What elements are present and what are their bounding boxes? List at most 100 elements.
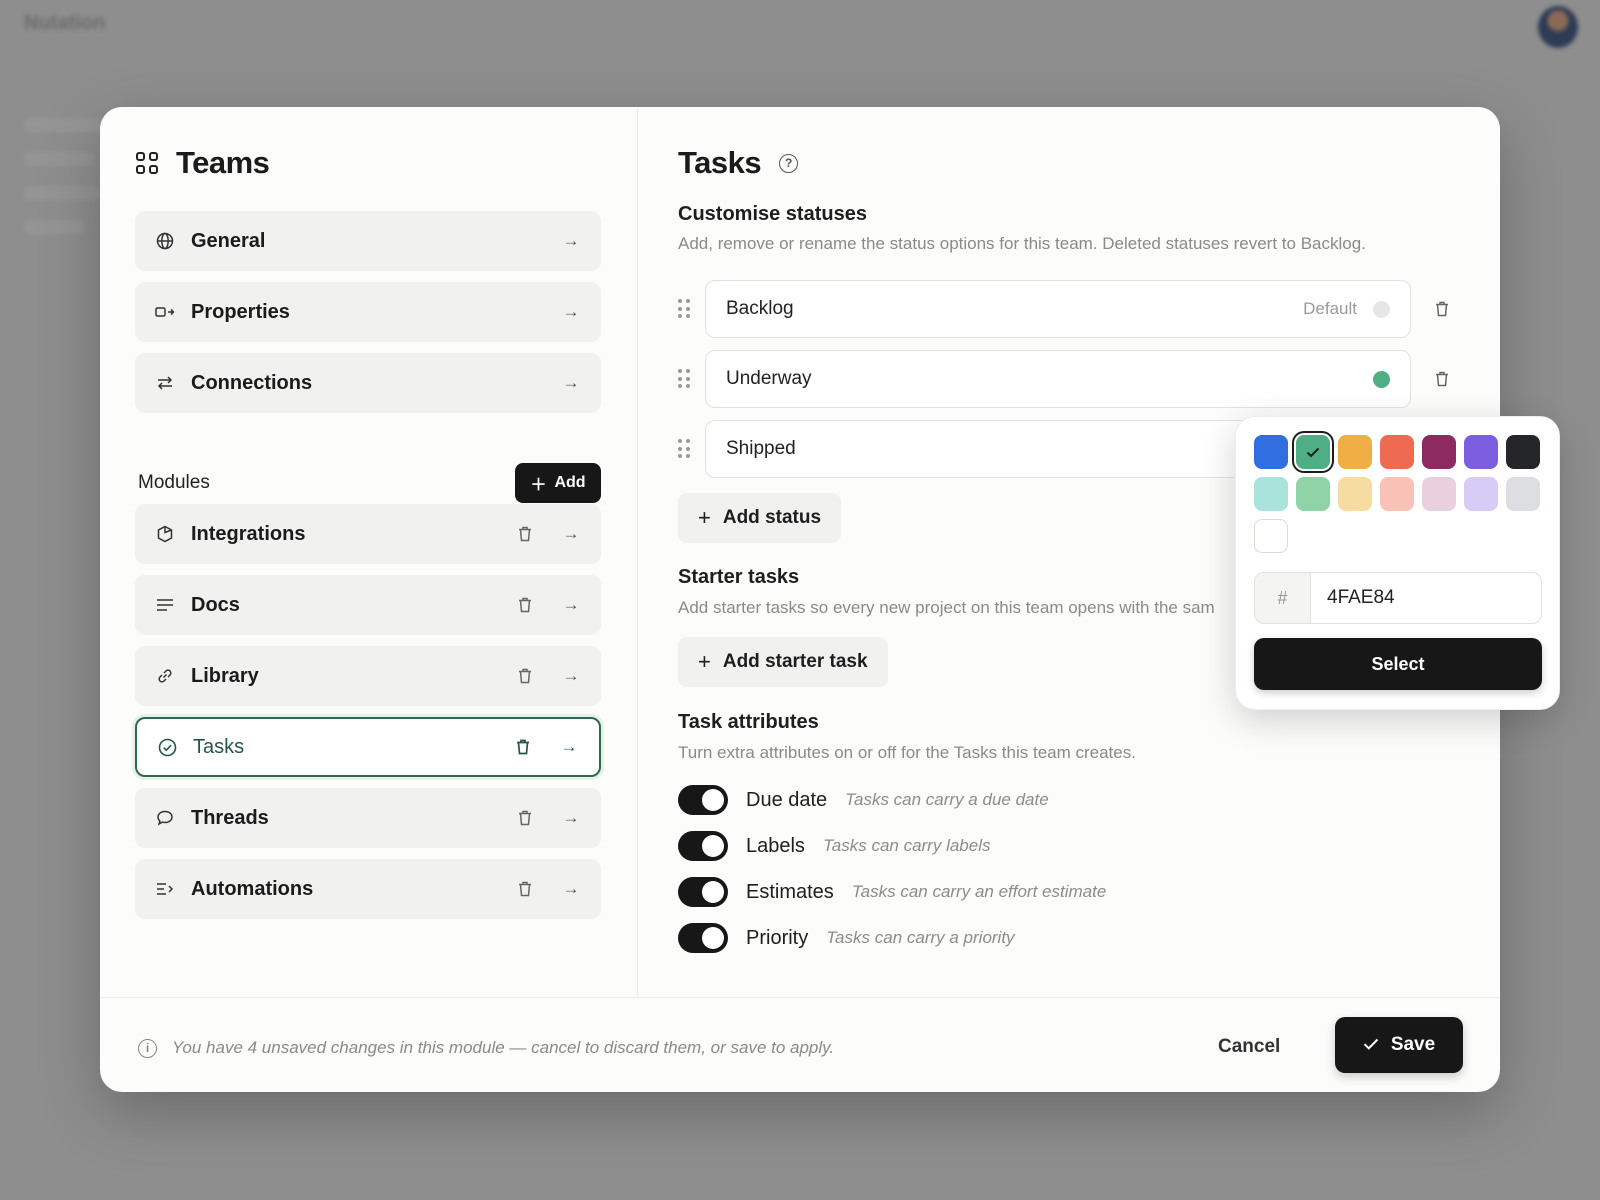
due-date-toggle[interactable]: [678, 785, 728, 815]
modules-header: Modules ＋ Add: [138, 463, 601, 503]
sidebar-item-connections[interactable]: Connections →: [135, 353, 601, 413]
estimates-toggle[interactable]: [678, 877, 728, 907]
sidebar-item-library[interactable]: Library →: [135, 646, 601, 706]
background-app-name: Nutation: [24, 12, 106, 34]
sidebar-header: Teams: [136, 145, 270, 181]
arrow-right-icon: →: [562, 808, 580, 827]
color-swatch-light-plum[interactable]: [1422, 477, 1456, 511]
automation-icon: [155, 879, 175, 899]
hex-input[interactable]: # 4FAE84: [1254, 572, 1542, 624]
trash-icon[interactable]: [515, 808, 535, 828]
sidebar-item-properties[interactable]: Properties →: [135, 282, 601, 342]
arrow-right-icon: →: [562, 524, 580, 543]
color-swatch-violet[interactable]: [1464, 435, 1498, 469]
color-swatch-black[interactable]: [1506, 435, 1540, 469]
attributes-title: Task attributes: [678, 711, 819, 733]
chat-bubble-icon: [155, 808, 175, 828]
drag-handle-icon[interactable]: [678, 439, 690, 459]
trash-icon[interactable]: [515, 595, 535, 615]
attribute-label: Priority: [746, 926, 809, 949]
modal-footer: i You have 4 unsaved changes in this mod…: [100, 997, 1500, 1092]
sidebar-item-threads[interactable]: Threads →: [135, 788, 601, 848]
plus-icon: +: [698, 649, 711, 674]
trash-icon[interactable]: [515, 666, 535, 686]
color-picker-popover: # 4FAE84 Select: [1235, 416, 1560, 710]
arrow-right-icon: →: [560, 737, 578, 756]
save-label: Save: [1390, 1034, 1436, 1055]
color-swatch-green-selected[interactable]: [1296, 435, 1330, 469]
select-color-button[interactable]: Select: [1254, 638, 1542, 690]
trash-icon[interactable]: [513, 737, 533, 757]
unsaved-note: i You have 4 unsaved changes in this mod…: [138, 1038, 835, 1058]
hex-value[interactable]: 4FAE84: [1311, 573, 1541, 623]
color-swatch-light-coral[interactable]: [1380, 477, 1414, 511]
hexagon-icon: [155, 524, 175, 544]
sidebar-item-general[interactable]: General →: [135, 211, 601, 271]
lines-icon: [155, 595, 175, 615]
add-status-button[interactable]: + Add status: [678, 493, 842, 543]
status-name-field[interactable]: Underway: [705, 350, 1411, 408]
arrow-right-icon: →: [562, 666, 580, 685]
arrows-exchange-icon: [155, 373, 175, 393]
sidebar-item-label: Automations: [191, 877, 314, 900]
page-title: Tasks: [678, 145, 762, 180]
check-icon: [1306, 447, 1320, 457]
attribute-label: Due date: [746, 788, 828, 811]
sidebar-title: Teams: [176, 145, 270, 180]
save-button[interactable]: Save: [1335, 1017, 1463, 1073]
cancel-button[interactable]: Cancel: [1218, 1028, 1280, 1066]
color-swatch-light-amber[interactable]: [1338, 477, 1372, 511]
add-starter-task-button[interactable]: + Add starter task: [678, 637, 888, 687]
color-swatch-white[interactable]: [1254, 519, 1288, 553]
sidebar-item-automations[interactable]: Automations →: [135, 859, 601, 919]
check-circle-icon: [157, 737, 177, 757]
status-color-dot[interactable]: [1373, 300, 1390, 318]
drag-handle-icon[interactable]: [678, 369, 690, 389]
attribute-row-estimates: Estimates Tasks can carry an effort esti…: [678, 877, 1106, 907]
sidebar-item-label: Tasks: [193, 735, 245, 758]
starter-title: Starter tasks: [678, 566, 800, 588]
attribute-row-due-date: Due date Tasks can carry a due date: [678, 785, 1049, 815]
attributes-description: Turn extra attributes on or off for the …: [678, 743, 1136, 762]
add-starter-task-label: Add starter task: [722, 651, 868, 672]
add-module-label: Add: [554, 474, 586, 491]
properties-icon: [155, 302, 175, 322]
add-module-button[interactable]: ＋ Add: [515, 463, 601, 503]
sidebar-item-integrations[interactable]: Integrations →: [135, 504, 601, 564]
sidebar-item-tasks[interactable]: Tasks →: [135, 717, 601, 777]
color-swatch-blue[interactable]: [1254, 435, 1288, 469]
labels-toggle[interactable]: [678, 831, 728, 861]
add-status-label: Add status: [722, 507, 822, 528]
trash-icon[interactable]: [1432, 299, 1452, 319]
attribute-row-labels: Labels Tasks can carry labels: [678, 831, 991, 861]
check-icon: [1363, 1034, 1379, 1056]
sidebar-item-label: General: [191, 229, 266, 252]
arrow-right-icon: →: [562, 231, 580, 250]
trash-icon[interactable]: [515, 879, 535, 899]
sidebar-item-label: Properties: [191, 300, 290, 323]
background-topbar: Nutation: [0, 0, 1600, 70]
arrow-right-icon: →: [562, 879, 580, 898]
arrow-right-icon: →: [562, 373, 580, 392]
color-swatch-plum[interactable]: [1422, 435, 1456, 469]
color-swatch-light-gray[interactable]: [1506, 477, 1540, 511]
color-swatch-light-green[interactable]: [1296, 477, 1330, 511]
help-icon[interactable]: ?: [779, 153, 799, 173]
priority-toggle[interactable]: [678, 923, 728, 953]
color-swatch-light-violet[interactable]: [1464, 477, 1498, 511]
drag-handle-icon[interactable]: [678, 299, 690, 319]
plus-icon: ＋: [530, 477, 547, 494]
sidebar-item-label: Threads: [191, 806, 269, 829]
status-row: Backlog Default: [678, 280, 1458, 338]
status-row: Underway: [678, 350, 1458, 408]
color-swatch-light-teal[interactable]: [1254, 477, 1288, 511]
unsaved-note-text: You have 4 unsaved changes in this modul…: [172, 1038, 835, 1057]
status-color-dot[interactable]: [1373, 370, 1390, 388]
trash-icon[interactable]: [1432, 369, 1452, 389]
status-name-field[interactable]: Backlog Default: [705, 280, 1411, 338]
color-swatch-coral[interactable]: [1380, 435, 1414, 469]
trash-icon[interactable]: [515, 524, 535, 544]
sidebar-item-docs[interactable]: Docs →: [135, 575, 601, 635]
attribute-label: Estimates: [746, 880, 834, 903]
color-swatch-amber[interactable]: [1338, 435, 1372, 469]
